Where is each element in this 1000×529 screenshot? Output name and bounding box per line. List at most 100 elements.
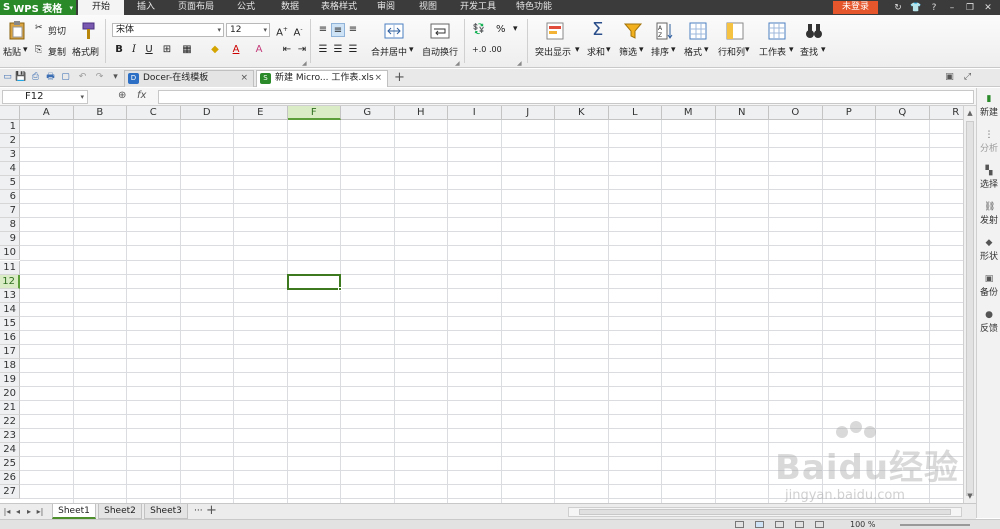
align-left-icon[interactable]: ☰ xyxy=(316,43,330,57)
font-name-select[interactable]: 宋体 ▾ xyxy=(112,23,224,37)
sync-icon[interactable]: ↻ xyxy=(892,3,904,13)
side-analyze[interactable]: ⋮ 分析 xyxy=(977,130,1000,154)
bold-button[interactable]: B xyxy=(112,43,126,57)
chevron-down-icon[interactable]: ▾ xyxy=(23,45,28,55)
row-header-13[interactable]: 13 xyxy=(0,288,20,303)
row-header-5[interactable]: 5 xyxy=(0,176,20,191)
close-icon[interactable]: × xyxy=(374,71,382,86)
row-header-18[interactable]: 18 xyxy=(0,358,20,373)
redo-icon[interactable]: ↷ xyxy=(94,72,105,83)
copy-button[interactable]: 复制 xyxy=(48,45,66,58)
format-painter-icon[interactable] xyxy=(78,21,98,41)
format-button[interactable]: 格式 xyxy=(684,45,702,58)
align-top-icon[interactable]: ≡ xyxy=(316,23,330,37)
row-header-9[interactable]: 9 xyxy=(0,232,20,247)
row-header-24[interactable]: 24 xyxy=(0,443,20,458)
column-header-r[interactable]: R xyxy=(929,106,963,120)
filter-icon[interactable] xyxy=(623,21,643,41)
auto-wrap-icon[interactable] xyxy=(430,21,450,41)
column-header-b[interactable]: B xyxy=(73,106,127,120)
row-header-3[interactable]: 3 xyxy=(0,148,20,163)
active-cell[interactable] xyxy=(286,273,342,291)
minimize-icon[interactable]: – xyxy=(946,3,958,13)
side-new[interactable]: ▮ 新建 xyxy=(977,94,1000,118)
menu-table-style[interactable]: 表格样式 xyxy=(312,0,366,15)
row-header-1[interactable]: 1 xyxy=(0,120,20,134)
font-color-icon[interactable]: A xyxy=(229,43,243,57)
prev-sheet-icon[interactable]: ◂ xyxy=(13,506,23,518)
dialog-launcher-icon[interactable]: ◢ xyxy=(455,60,460,67)
row-header-11[interactable]: 11 xyxy=(0,260,20,275)
menu-page-layout[interactable]: 页面布局 xyxy=(168,0,224,15)
column-header-i[interactable]: I xyxy=(448,106,502,120)
restore-icon[interactable]: ❐ xyxy=(964,3,976,13)
currency-icon[interactable]: 💱 xyxy=(472,23,486,37)
menu-review[interactable]: 审阅 xyxy=(366,0,406,15)
border-icon[interactable]: ⊞ xyxy=(160,43,174,57)
column-header-j[interactable]: J xyxy=(501,106,555,120)
row-header-22[interactable]: 22 xyxy=(0,415,20,430)
first-sheet-icon[interactable]: |◂ xyxy=(2,506,12,518)
row-header-15[interactable]: 15 xyxy=(0,316,20,331)
chevron-down-icon[interactable]: ▾ xyxy=(671,45,676,55)
menu-insert[interactable]: 插入 xyxy=(124,0,168,15)
chevron-down-icon[interactable]: ▾ xyxy=(789,45,794,55)
row-header-7[interactable]: 7 xyxy=(0,204,20,219)
row-header-27[interactable]: 27 xyxy=(0,485,20,500)
column-header-g[interactable]: G xyxy=(341,106,395,120)
merge-center-icon[interactable] xyxy=(384,21,404,41)
column-header-l[interactable]: L xyxy=(608,106,662,120)
row-column-icon[interactable] xyxy=(725,21,745,41)
conditional-format-icon[interactable] xyxy=(545,21,565,41)
align-right-icon[interactable]: ☰ xyxy=(346,43,360,57)
row-header-17[interactable]: 17 xyxy=(0,344,20,359)
sum-button[interactable]: 求和 xyxy=(587,45,605,58)
worksheet-button[interactable]: 工作表 xyxy=(759,45,786,58)
chevron-down-icon[interactable]: ▾ xyxy=(606,45,611,55)
scroll-thumb[interactable] xyxy=(579,509,951,515)
spreadsheet-grid[interactable]: A B C D E F G H I J K L M N O P Q R 1 2 3 4 5 6 7 8 9 10 11 12 13 14 15 1… xyxy=(0,106,963,503)
row-header-16[interactable]: 16 xyxy=(0,330,20,345)
side-select[interactable]: ▚ 选择 xyxy=(977,166,1000,190)
fx-button[interactable]: fx xyxy=(137,90,146,101)
folder-icon[interactable]: ▭ xyxy=(2,72,13,83)
new-tab-icon[interactable]: + xyxy=(394,70,405,85)
reading-mode-icon[interactable] xyxy=(795,521,804,528)
align-middle-icon[interactable]: ≡ xyxy=(331,23,345,37)
row-header-19[interactable]: 19 xyxy=(0,372,20,387)
more-sheets-icon[interactable]: ··· xyxy=(194,506,203,516)
scissors-icon[interactable]: ✂ xyxy=(35,23,43,33)
close-icon[interactable]: ✕ xyxy=(982,3,994,13)
menu-data[interactable]: 数据 xyxy=(268,0,312,15)
binoculars-icon[interactable] xyxy=(804,21,824,41)
row-header-10[interactable]: 10 xyxy=(0,246,20,261)
indent-decrease-icon[interactable]: ⇤ xyxy=(280,43,294,57)
print-icon[interactable]: 🖶 xyxy=(45,72,56,83)
paste-icon[interactable] xyxy=(7,21,27,41)
row-column-button[interactable]: 行和列 xyxy=(718,45,745,58)
side-backup[interactable]: ▣ 备份 xyxy=(977,274,1000,298)
last-sheet-icon[interactable]: ▸| xyxy=(35,506,45,518)
row-header-2[interactable]: 2 xyxy=(0,134,20,149)
zoom-search-icon[interactable]: ⊕ xyxy=(118,90,126,101)
column-header-a[interactable]: A xyxy=(20,106,74,120)
formula-input[interactable] xyxy=(158,90,974,104)
customize-icon[interactable]: ▾ xyxy=(110,72,121,83)
sum-icon[interactable]: Σ xyxy=(592,19,603,40)
column-header-d[interactable]: D xyxy=(180,106,234,120)
menu-features[interactable]: 特色功能 xyxy=(506,0,562,15)
column-header-o[interactable]: O xyxy=(769,106,823,120)
side-send[interactable]: ⛓ 发射 xyxy=(977,202,1000,226)
indent-increase-icon[interactable]: ⇥ xyxy=(295,43,309,57)
help-icon[interactable]: ? xyxy=(928,3,940,13)
percent-button[interactable]: % xyxy=(496,24,506,35)
decrease-decimal-icon[interactable]: .00 xyxy=(489,45,502,54)
row-header-21[interactable]: 21 xyxy=(0,401,20,415)
menu-developer[interactable]: 开发工具 xyxy=(450,0,506,15)
row-header-25[interactable]: 25 xyxy=(0,457,20,472)
column-header-e[interactable]: E xyxy=(234,106,288,120)
page-layout-icon[interactable] xyxy=(755,521,764,528)
side-feedback[interactable]: ● 反馈 xyxy=(977,310,1000,334)
increase-font-icon[interactable]: A+ xyxy=(275,23,289,38)
column-header-h[interactable]: H xyxy=(394,106,448,120)
